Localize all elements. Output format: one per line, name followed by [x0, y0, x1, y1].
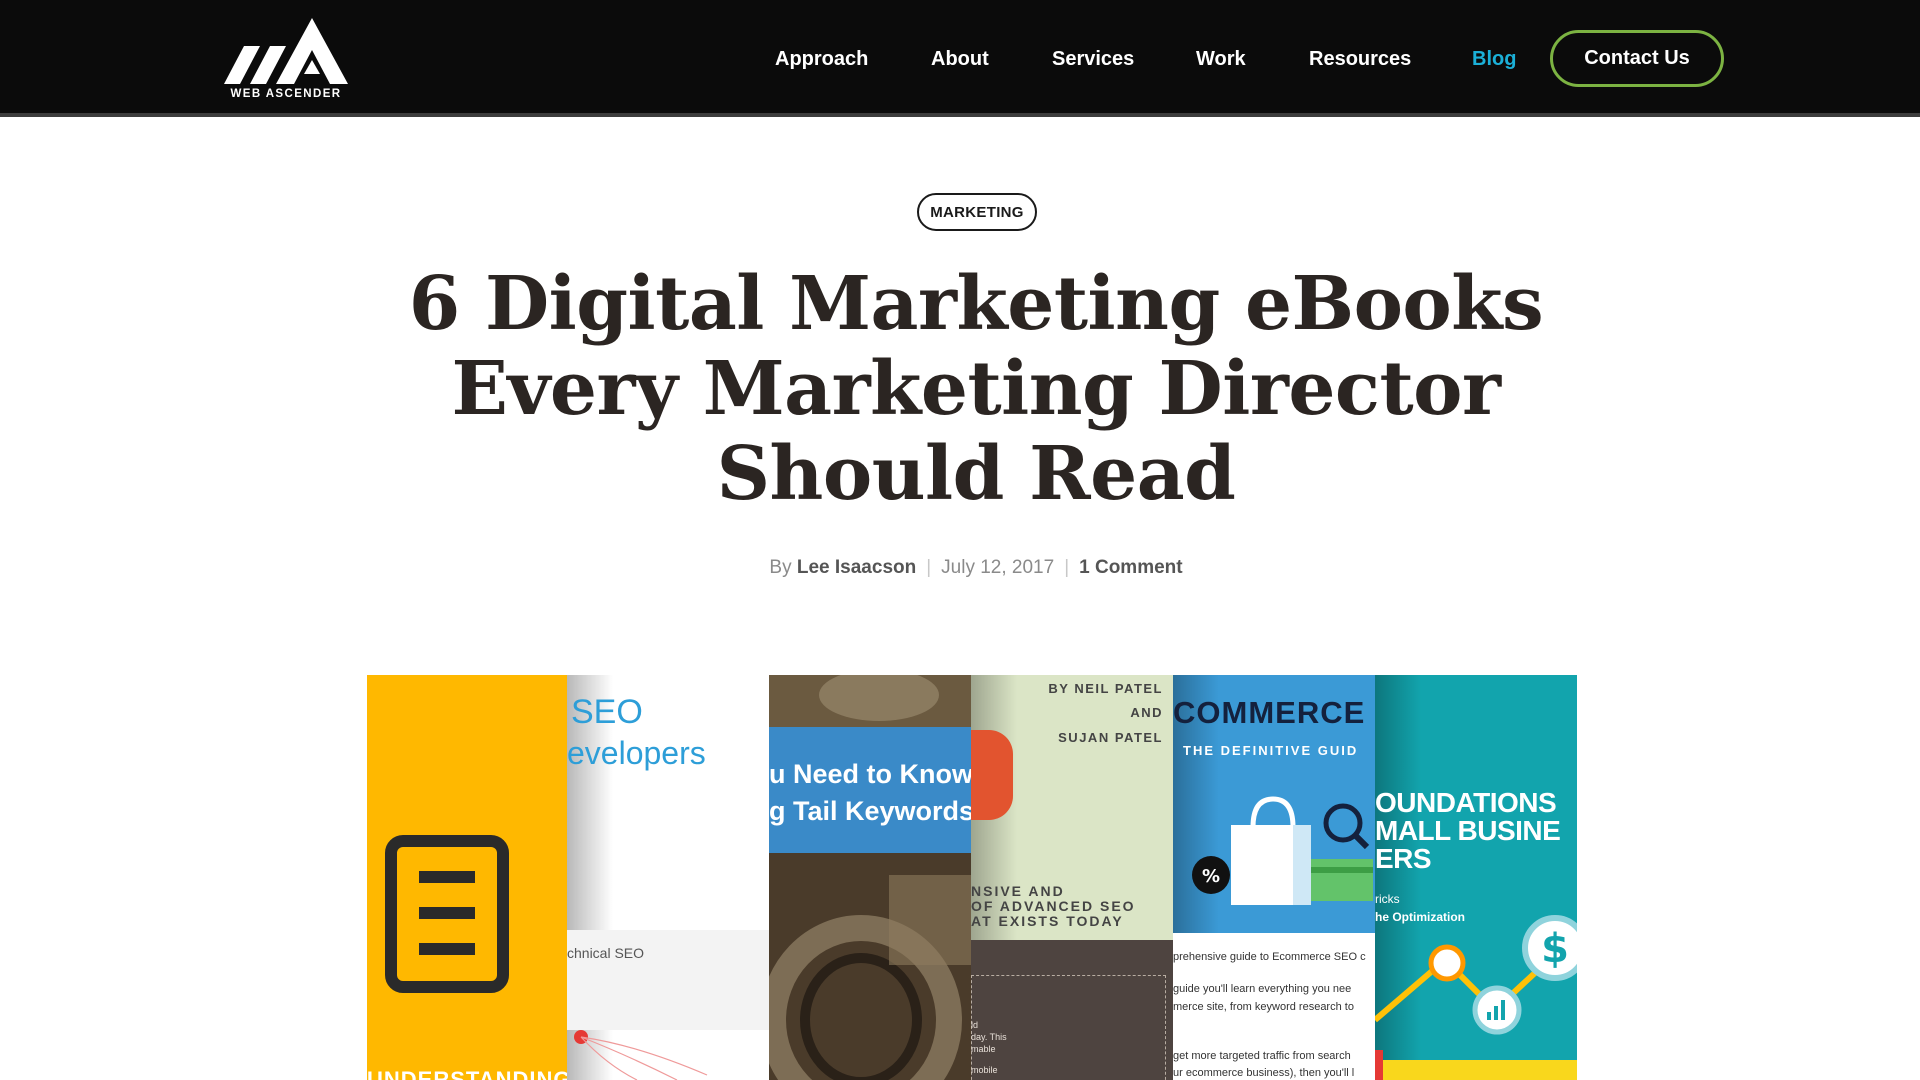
- cover-text: mobile: [971, 1065, 998, 1075]
- svg-text:%: %: [1202, 866, 1220, 887]
- cover-text: merce site, from keyword research to: [1173, 1001, 1354, 1013]
- document-icon: [385, 835, 509, 993]
- nav-work[interactable]: Work: [1196, 46, 1246, 72]
- main-nav: Approach About Services Work Resources B…: [0, 0, 1920, 117]
- cover-text: guide you'll learn everything you nee: [1173, 983, 1352, 995]
- nav-services[interactable]: Services: [1052, 46, 1134, 72]
- by-label: By: [769, 557, 792, 578]
- post-title: 6 Digital Marketing eBooks Every Marketi…: [408, 261, 1544, 517]
- cover-text: AT EXISTS TODAY: [971, 913, 1124, 929]
- understanding-cover: UNDERSTANDING: [367, 675, 569, 1080]
- cover-text: ERS: [1375, 843, 1432, 874]
- ecommerce-seo-cover: COMMERCE S THE DEFINITIVE GUID % prehens…: [1173, 675, 1375, 1080]
- svg-text:$: $: [1541, 926, 1569, 972]
- cover-text: evelopers: [567, 735, 706, 771]
- cover-text: u Need to Know: [769, 759, 971, 789]
- cover-text: COMMERCE S: [1173, 695, 1375, 730]
- post-date: July 12, 2017: [941, 557, 1055, 578]
- cover-text: THE DEFINITIVE GUID: [1183, 743, 1359, 758]
- cover-text: UNDERSTANDING: [367, 1067, 569, 1080]
- featured-image: UNDERSTANDING SEO evelopers chnical SEO …: [367, 675, 1577, 1080]
- cover-title-band: [769, 727, 971, 853]
- category-badge[interactable]: MARKETING: [917, 193, 1037, 231]
- long-tail-cover: u Need to Know g Tail Keywords: [769, 675, 971, 1080]
- foundations-cover: OUNDATIONS MALL BUSINE ERS ricks he Opti…: [1375, 675, 1577, 1080]
- site-header: WEB ASCENDER Approach About Services Wor…: [0, 0, 1920, 117]
- meta-separator: |: [926, 557, 932, 578]
- cover-text: ld: [971, 1020, 979, 1030]
- cover-text: ur ecommerce business), then you'll l: [1173, 1067, 1355, 1079]
- cover-text: NSIVE AND: [971, 883, 1065, 899]
- cover-text: BY NEIL PATEL: [1048, 681, 1163, 696]
- advanced-seo-cover: BY NEIL PATEL AND SUJAN PATEL NSIVE AND …: [971, 675, 1173, 1080]
- cover-text: prehensive guide to Ecommerce SEO c: [1173, 951, 1366, 963]
- cover-dashed-box: [971, 975, 1166, 1080]
- nav-about[interactable]: About: [931, 46, 989, 72]
- cover-text: get more targeted traffic from search: [1173, 1050, 1351, 1062]
- cover-text: SEO: [571, 693, 643, 731]
- author-link[interactable]: Lee Isaacson: [797, 557, 916, 578]
- dollar-icon: $: [1375, 915, 1577, 1080]
- nav-blog[interactable]: Blog: [1472, 46, 1516, 72]
- cover-text: day. This: [971, 1032, 1007, 1042]
- meta-separator: |: [1064, 557, 1070, 578]
- cover-text: OF ADVANCED SEO: [971, 898, 1136, 914]
- cover-text: mable: [971, 1044, 996, 1054]
- comments-link[interactable]: 1 Comment: [1079, 557, 1182, 578]
- burst-graphic-icon: [574, 1030, 708, 1080]
- nav-resources[interactable]: Resources: [1309, 46, 1411, 72]
- cover-accent: [971, 730, 1013, 820]
- cover-text: chnical SEO: [567, 945, 645, 961]
- post-meta: By Lee Isaacson | July 12, 2017 | 1 Comment: [560, 557, 1392, 579]
- cover-text: g Tail Keywords: [769, 796, 971, 826]
- shopping-bag-icon: %: [1192, 796, 1373, 905]
- seo-developers-cover: SEO evelopers chnical SEO: [567, 675, 769, 1080]
- cover-text: AND: [1130, 705, 1163, 720]
- cover-text: SUJAN PATEL: [1058, 730, 1163, 745]
- contact-us-button[interactable]: Contact Us: [1550, 30, 1724, 87]
- nav-approach[interactable]: Approach: [775, 46, 868, 72]
